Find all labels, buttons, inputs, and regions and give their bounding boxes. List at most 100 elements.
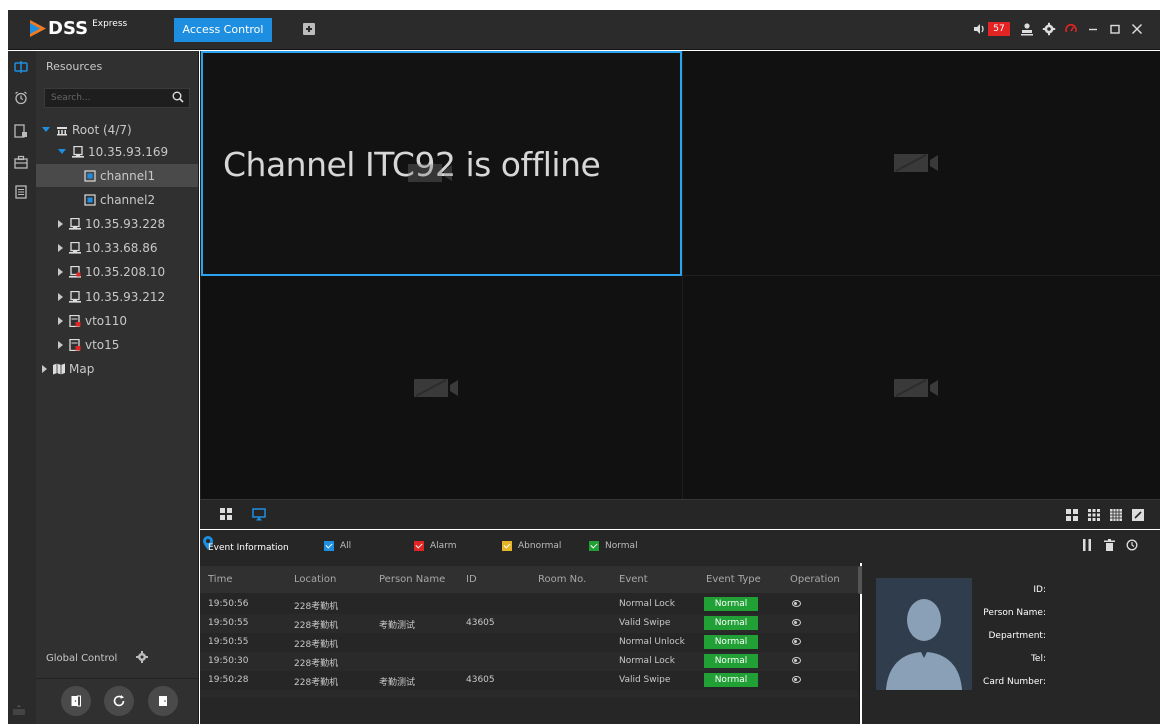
tree-item-label: Map bbox=[69, 361, 95, 376]
view-eye-icon[interactable] bbox=[792, 638, 801, 645]
tree-item[interactable]: vto15 bbox=[36, 333, 198, 356]
table-row[interactable]: 19:50:56 228考勤机 Normal Lock Normal bbox=[200, 595, 858, 614]
no-video-icon bbox=[408, 164, 452, 182]
tree-item[interactable]: vto110 bbox=[36, 309, 198, 332]
layout-16-icon[interactable] bbox=[1110, 509, 1122, 521]
column-header[interactable]: Operation bbox=[790, 574, 840, 585]
column-header[interactable]: Location bbox=[294, 574, 336, 585]
view-eye-icon[interactable] bbox=[792, 657, 801, 664]
close-all-doors-button[interactable] bbox=[148, 686, 178, 716]
top-right-controls: 57 bbox=[972, 20, 1144, 38]
layout-4-icon[interactable] bbox=[1066, 509, 1078, 521]
briefcase-icon[interactable] bbox=[14, 155, 28, 169]
resources-panel: Resources Search... Root (4/7) 10.35.93.1… bbox=[36, 51, 199, 724]
tree-item[interactable]: Root (4/7) bbox=[36, 118, 198, 141]
video-window-3[interactable] bbox=[201, 276, 682, 499]
tree-item-label: channel2 bbox=[100, 192, 156, 207]
column-header[interactable]: Event bbox=[619, 574, 648, 585]
close-icon[interactable] bbox=[1130, 22, 1144, 36]
custom-layout-icon[interactable] bbox=[1132, 509, 1144, 521]
table-row[interactable]: 19:50:55 228考勤机 Normal Unlock Normal bbox=[200, 633, 858, 652]
tree-item-label: 10.35.208.10 bbox=[85, 264, 166, 279]
detail-label: Card Number: bbox=[983, 677, 1046, 687]
tree-item[interactable]: Map bbox=[36, 357, 198, 380]
search-icon[interactable] bbox=[172, 91, 184, 103]
cell-location: 228考勤机 bbox=[294, 602, 339, 612]
column-header[interactable]: Person Name bbox=[379, 574, 445, 585]
view-eye-icon[interactable] bbox=[792, 600, 801, 607]
video-window-4[interactable] bbox=[683, 276, 1160, 499]
collapsed-arrow-icon[interactable] bbox=[58, 267, 63, 276]
expanded-arrow-icon[interactable] bbox=[42, 127, 50, 132]
tree-item-label: 10.35.93.169 bbox=[88, 144, 169, 159]
view-eye-icon[interactable] bbox=[792, 676, 801, 683]
collapsed-arrow-icon[interactable] bbox=[58, 340, 63, 349]
log-document-icon[interactable] bbox=[14, 185, 28, 199]
app-window: DSS Express Access Control 57 Resources … bbox=[0, 0, 1160, 724]
column-header[interactable]: Room No. bbox=[538, 574, 586, 585]
filter-checkbox-alarm[interactable]: Alarm bbox=[414, 541, 456, 551]
speaker-icon[interactable] bbox=[972, 22, 986, 36]
tree-item[interactable]: 10.35.208.10 bbox=[36, 260, 198, 283]
layout-9-icon[interactable] bbox=[1088, 509, 1100, 521]
checkbox-checked-icon bbox=[502, 541, 512, 551]
pause-icon[interactable] bbox=[1082, 539, 1092, 551]
collapsed-arrow-icon[interactable] bbox=[58, 243, 63, 252]
video-window-1[interactable]: Channel ITC92 is offline bbox=[201, 51, 682, 276]
tab-access-control[interactable]: Access Control bbox=[174, 18, 272, 42]
add-tab-icon[interactable] bbox=[303, 23, 315, 35]
filter-checkbox-all[interactable]: All bbox=[324, 541, 351, 551]
filter-checkbox-abnormal[interactable]: Abnormal bbox=[502, 541, 561, 551]
collapsed-arrow-icon[interactable] bbox=[58, 316, 63, 325]
collapsed-arrow-icon[interactable] bbox=[58, 219, 63, 228]
table-row[interactable]: 19:50:55 228考勤机 考勤测试 43605 Valid Swipe Normal bbox=[200, 614, 858, 633]
video-grid: Channel ITC92 is offline bbox=[200, 51, 1160, 499]
tree-item-label: vto110 bbox=[85, 313, 128, 328]
cell-event: Normal Lock bbox=[619, 599, 675, 609]
no-video-icon bbox=[893, 154, 938, 172]
filter-checkbox-normal[interactable]: Normal bbox=[589, 541, 638, 551]
maximize-icon[interactable] bbox=[1108, 22, 1122, 36]
table-row[interactable] bbox=[200, 690, 858, 698]
table-row[interactable]: 19:50:28 228考勤机 考勤测试 43605 Valid Swipe Normal bbox=[200, 671, 858, 690]
filter-label: Abnormal bbox=[518, 541, 562, 551]
expanded-arrow-icon[interactable] bbox=[58, 149, 66, 154]
tree-item[interactable]: 10.35.93.212 bbox=[36, 285, 198, 308]
video-window-2[interactable] bbox=[683, 51, 1160, 275]
user-icon[interactable] bbox=[1020, 22, 1034, 36]
tree-item[interactable]: channel1 bbox=[36, 164, 198, 187]
vto-icon bbox=[69, 314, 81, 327]
collapsed-arrow-icon[interactable] bbox=[58, 292, 63, 301]
filter-label: All bbox=[340, 541, 352, 551]
column-header[interactable]: ID bbox=[466, 574, 477, 585]
open-all-doors-button[interactable] bbox=[61, 686, 91, 716]
column-header[interactable]: Time bbox=[208, 574, 232, 585]
performance-gauge-icon[interactable] bbox=[1064, 22, 1078, 36]
column-header[interactable]: Event Type bbox=[706, 574, 761, 585]
tree-item[interactable]: channel2 bbox=[36, 188, 198, 211]
tree-item[interactable]: 10.33.68.86 bbox=[36, 236, 198, 259]
tree-item[interactable]: 10.35.93.169 bbox=[36, 140, 198, 163]
minimize-icon[interactable] bbox=[1086, 22, 1100, 36]
cell-time: 19:50:55 bbox=[208, 637, 249, 647]
tree-item[interactable]: 10.35.93.228 bbox=[36, 212, 198, 235]
restore-normal-button[interactable] bbox=[104, 686, 134, 716]
door-lock-icon[interactable] bbox=[14, 124, 28, 138]
split-screen-icon[interactable] bbox=[220, 508, 232, 520]
table-row[interactable]: 19:50:30 228考勤机 Normal Lock Normal bbox=[200, 652, 858, 671]
history-icon[interactable] bbox=[1126, 539, 1138, 551]
device-icon bbox=[72, 145, 84, 158]
resource-tree-icon[interactable] bbox=[14, 60, 28, 74]
delete-icon[interactable] bbox=[1104, 539, 1115, 551]
resource-search-input[interactable]: Search... bbox=[44, 88, 190, 108]
global-control-settings-icon[interactable] bbox=[136, 651, 148, 663]
cast-screen-icon[interactable] bbox=[252, 508, 266, 521]
collapse-panel-icon[interactable] bbox=[12, 703, 26, 717]
view-eye-icon[interactable] bbox=[792, 619, 801, 626]
cell-time: 19:50:30 bbox=[208, 656, 249, 666]
alarm-clock-icon[interactable] bbox=[14, 91, 28, 105]
video-toolbar bbox=[200, 499, 1160, 529]
alarm-count-badge[interactable]: 57 bbox=[988, 22, 1010, 36]
collapsed-arrow-icon[interactable] bbox=[42, 364, 47, 373]
settings-gear-icon[interactable] bbox=[1042, 22, 1056, 36]
